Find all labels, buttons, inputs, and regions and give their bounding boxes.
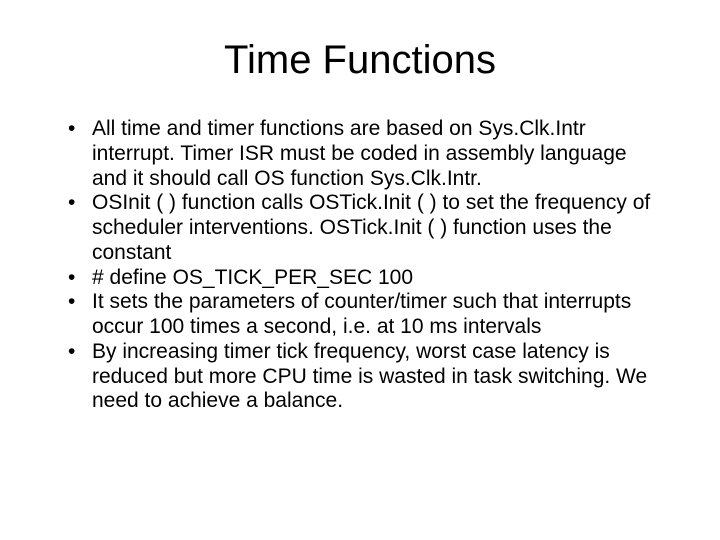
list-item: OSInit ( ) function calls OSTick.Init ( … bbox=[66, 191, 660, 265]
list-item: By increasing timer tick frequency, wors… bbox=[66, 340, 660, 414]
slide: Time Functions All time and timer functi… bbox=[0, 0, 720, 540]
list-item: All time and timer functions are based o… bbox=[66, 117, 660, 191]
bullet-list: All time and timer functions are based o… bbox=[66, 117, 660, 414]
list-item: It sets the parameters of counter/timer … bbox=[66, 290, 660, 340]
list-item: # define OS_TICK_PER_SEC 100 bbox=[66, 266, 660, 291]
slide-title: Time Functions bbox=[60, 38, 660, 83]
